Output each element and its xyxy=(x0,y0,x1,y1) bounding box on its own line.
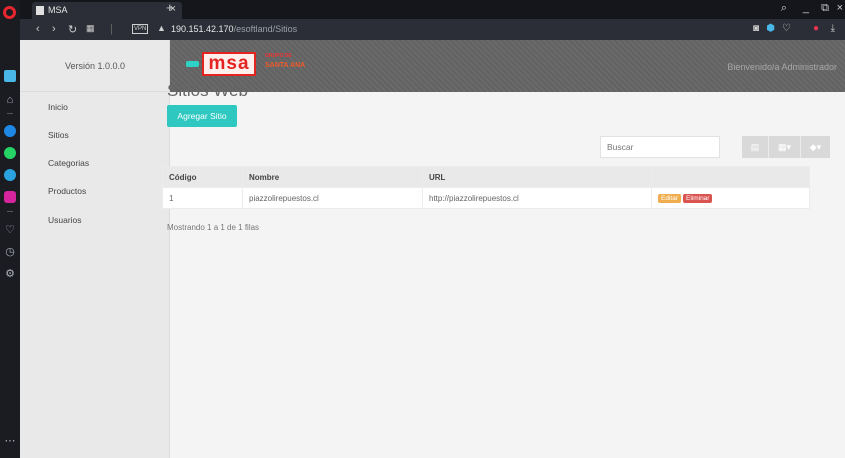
minimize-icon[interactable]: _ xyxy=(803,2,809,14)
more-icon[interactable]: ⋯ xyxy=(3,434,17,448)
url-path: /esoftland/Sitios xyxy=(233,24,298,34)
column-header-nombre[interactable]: Nombre xyxy=(242,166,423,188)
cell-nombre: piazzolirepuestos.cl xyxy=(242,187,423,209)
messenger-icon[interactable] xyxy=(4,125,16,137)
settings-icon[interactable]: ⚙ xyxy=(3,267,17,281)
column-header-codigo[interactable]: Código xyxy=(162,166,243,188)
download-icon[interactable]: ⤓ xyxy=(831,23,835,34)
heart-icon[interactable]: ♡ xyxy=(3,223,17,237)
opera-logo-icon[interactable] xyxy=(3,6,16,19)
logo-small-text: GRUPO DE xyxy=(265,53,292,59)
welcome-message[interactable]: Bienvenido/a Administrador xyxy=(727,62,837,72)
bookmark-heart-icon[interactable]: ♡ xyxy=(782,23,791,34)
url-host: 190.151.42.170 xyxy=(171,24,234,34)
extension-icon[interactable]: ● xyxy=(813,23,819,34)
sidebar-item-productos[interactable]: Productos xyxy=(48,186,86,196)
whatsapp-icon[interactable] xyxy=(4,147,16,159)
column-header-url[interactable]: URL xyxy=(422,166,652,188)
edit-button[interactable]: Editar xyxy=(658,194,681,203)
app-sidebar: Versión 1.0.0.0 Inicio Sitios Categorias… xyxy=(20,40,170,458)
back-icon[interactable]: ‹ xyxy=(36,23,40,35)
warning-icon[interactable]: ▲ xyxy=(157,23,166,33)
table-header-row: Código Nombre URL xyxy=(162,166,810,188)
instagram-icon[interactable] xyxy=(4,191,16,203)
history-icon[interactable]: ◷ xyxy=(3,245,17,259)
logo-accent xyxy=(186,61,199,67)
columns-menu-icon[interactable]: ▦▾ xyxy=(768,136,800,158)
close-window-icon[interactable]: × xyxy=(837,2,843,14)
delete-button[interactable]: Eliminar xyxy=(682,194,713,203)
new-tab-button[interactable]: + xyxy=(166,0,174,15)
forward-icon[interactable]: › xyxy=(52,23,56,35)
page-favicon-icon xyxy=(36,6,44,15)
export-menu-icon[interactable]: ◆▾ xyxy=(800,136,830,158)
tab-bar: MSA × + ⌕ _ ⧉ × xyxy=(20,0,845,19)
sidebar-item-inicio[interactable]: Inicio xyxy=(48,102,68,112)
sidebar-item-usuarios[interactable]: Usuarios xyxy=(48,215,82,225)
cell-actions: Editar Eliminar xyxy=(651,187,810,209)
add-site-button[interactable]: Agregar Sitio xyxy=(167,105,237,127)
divider: | xyxy=(110,23,113,35)
sidebar-item-sitios[interactable]: Sitios xyxy=(48,130,69,140)
table-row: 1 piazzolirepuestos.cl http://piazzolire… xyxy=(162,187,810,209)
logo-mark[interactable]: msa xyxy=(202,52,256,76)
address-bar: ‹ › ↻ ▦ | VPN ▲ 190.151.42.170/esoftland… xyxy=(20,19,845,40)
home-icon[interactable]: ⌂ xyxy=(3,93,17,107)
cell-codigo: 1 xyxy=(162,187,243,209)
tab-title: MSA xyxy=(48,5,68,15)
app-window: Versión 1.0.0.0 Inicio Sitios Categorias… xyxy=(20,40,845,458)
search-input[interactable] xyxy=(600,136,720,158)
telegram-icon[interactable] xyxy=(4,169,16,181)
camera-icon[interactable]: ◙ xyxy=(753,23,759,34)
app-header: msa GRUPO DE SANTA ANA Bienvenido/a Admi… xyxy=(170,40,845,92)
search-icon[interactable]: ⌕ xyxy=(781,2,787,15)
workspace-icon[interactable] xyxy=(4,70,16,82)
cell-url: http://piazzolirepuestos.cl xyxy=(422,187,652,209)
sites-table: Código Nombre URL 1 piazzolirepuestos.cl… xyxy=(162,166,810,209)
toggle-view-icon[interactable]: ▤ xyxy=(742,136,768,158)
pagination-info: Mostrando 1 a 1 de 1 filas xyxy=(167,223,260,232)
logo-big-text: SANTA ANA xyxy=(265,62,306,69)
shield-icon[interactable]: ⬢ xyxy=(766,23,775,34)
url-field[interactable]: 190.151.42.170/esoftland/Sitios xyxy=(171,24,297,34)
snap-icon[interactable]: ⧉ xyxy=(821,2,829,15)
speed-dial-icon[interactable]: ▦ xyxy=(86,23,95,34)
browser-tab[interactable]: MSA × xyxy=(32,2,182,19)
version-label: Versión 1.0.0.0 xyxy=(20,40,170,92)
reload-icon[interactable]: ↻ xyxy=(68,23,77,36)
column-header-actions xyxy=(651,166,810,188)
vpn-badge[interactable]: VPN xyxy=(132,24,149,34)
page-title: Sitios Web xyxy=(167,81,248,100)
browser-sidebar: ⌂ ♡ ◷ ⚙ ⋯ xyxy=(0,0,20,458)
sidebar-item-categorias[interactable]: Categorias xyxy=(48,158,89,168)
